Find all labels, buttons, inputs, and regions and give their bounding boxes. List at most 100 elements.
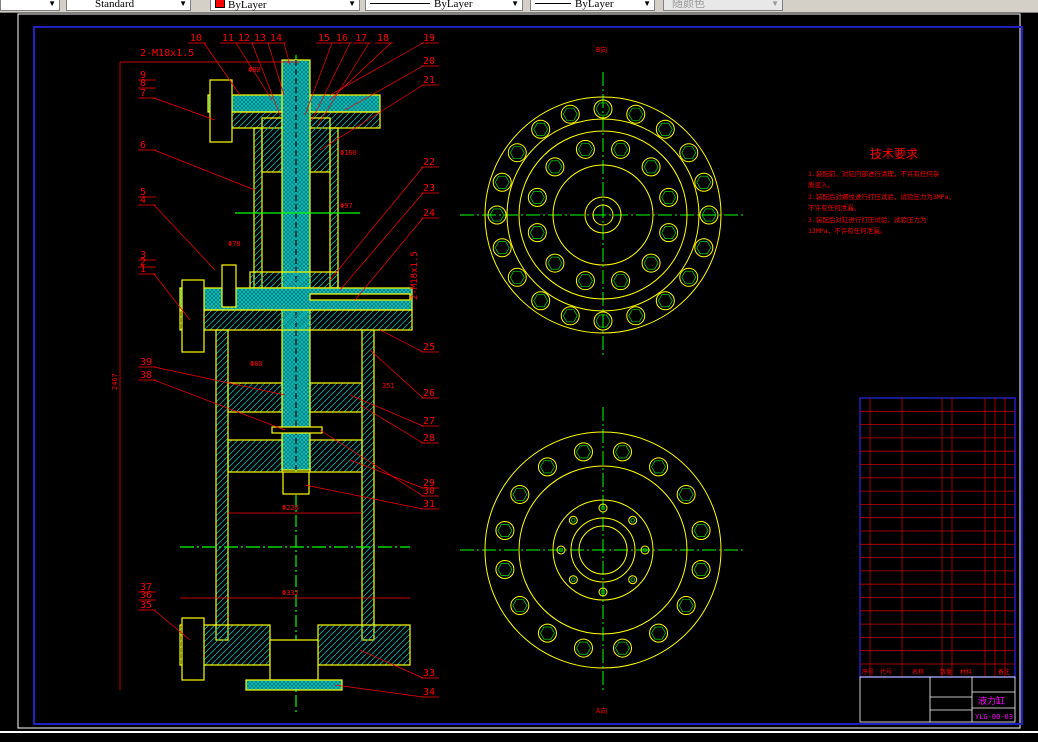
- bolt-hole-nut: [512, 488, 528, 501]
- linetype-dropdown[interactable]: ByLayer ▼: [365, 0, 523, 11]
- view-label-a: A向: [596, 706, 607, 715]
- part-number-7: 7: [140, 88, 146, 99]
- thread-note-vertical: 2-M18x1.5: [410, 251, 420, 300]
- part-number-31: 31: [423, 499, 435, 510]
- parts-table-header: 序号 代号 名称 数量 材料 备注: [862, 668, 1010, 676]
- bolt-hole-nut: [613, 274, 628, 288]
- tech-req-line: 3.装配后对缸进行打压试验，试验压力为: [808, 215, 926, 224]
- leader-line: [379, 329, 424, 353]
- dim-phi220: Φ220: [282, 504, 299, 512]
- upper-cylinder-wall-right: [329, 127, 339, 289]
- bolt-hole-nut: [696, 175, 712, 189]
- small-bolt-hole: [628, 515, 638, 525]
- color-dropdown[interactable]: ByLayer ▼: [210, 0, 360, 11]
- style-dropdown-partial[interactable]: ▼: [0, 0, 60, 11]
- bolt-hole-nut: [681, 146, 697, 160]
- part-number-18: 18: [377, 33, 389, 44]
- bottom-port: [269, 639, 319, 681]
- bolt-hole-nut: [678, 599, 694, 612]
- small-bolt-hole-nut: [570, 577, 576, 582]
- lower-cylinder-wall-right: [361, 329, 375, 641]
- bolt-hole-nut: [657, 294, 673, 308]
- layout-tabs-bar[interactable]: [0, 731, 1038, 742]
- bolt-hole-nut: [578, 274, 593, 288]
- text-style-value: Standard: [95, 0, 135, 10]
- leader-line: [329, 42, 392, 101]
- table-border: [859, 397, 1016, 678]
- middle-boss: [249, 271, 339, 289]
- parts-list-table: [859, 397, 1016, 678]
- leader-line: [369, 349, 424, 399]
- bolt-hole-nut: [509, 146, 525, 160]
- bolt-hole-nut: [497, 563, 513, 576]
- port-fitting: [245, 679, 343, 691]
- part-number-27: 27: [423, 416, 435, 427]
- part-number-16: 16: [336, 33, 348, 44]
- lineweight-dropdown[interactable]: ByLayer ▼: [530, 0, 655, 11]
- leader-line: [344, 65, 424, 111]
- bolt-hole-nut: [509, 270, 525, 284]
- part-number-28: 28: [423, 433, 435, 444]
- properties-toolbar: ▼ Standard ▼ ByLayer ▼ ByLayer ▼ ByLayer ▼ 随…: [0, 0, 1038, 13]
- tech-req-line: 质混入。: [808, 180, 834, 189]
- dim-phi332: Φ332: [282, 589, 299, 597]
- color-value: ByLayer: [228, 0, 267, 11]
- leader-line: [334, 684, 424, 698]
- part-number-39: 39: [140, 357, 152, 368]
- part-number-38: 38: [140, 370, 152, 381]
- bolt-hole-nut: [643, 256, 659, 270]
- leader-line: [153, 204, 216, 271]
- bolt-hole-nut: [693, 563, 709, 576]
- plot-style-value: 随颜色: [672, 0, 705, 10]
- header-qty: 数量: [940, 668, 952, 676]
- dim-phi80: Φ80: [248, 66, 261, 74]
- bolt-hole-nut: [562, 107, 578, 121]
- bolt-hole-nut: [494, 175, 510, 189]
- drawing-name: 液力缸: [978, 695, 1005, 707]
- bolt-middle-small: [221, 264, 237, 308]
- bolt-hole-nut: [576, 641, 591, 655]
- part-number-19: 19: [423, 33, 435, 44]
- dim-phi160: Φ160: [340, 149, 357, 157]
- part-number-33: 33: [423, 668, 435, 679]
- tech-req-line: 2.装配后对螺纹进行打压试验，试验压力为3MPa，: [808, 192, 955, 201]
- text-style-dropdown[interactable]: Standard ▼: [66, 0, 191, 11]
- part-number-24: 24: [423, 208, 435, 219]
- gland-right: [309, 117, 331, 173]
- piston-upper-right: [309, 382, 363, 413]
- drawing-canvas[interactable]: 10 11 12 13 14 15 16 17 18 1920212223242526272829…: [0, 13, 1038, 731]
- small-bolt-hole-nut: [630, 577, 636, 582]
- bolt-hole-nut: [693, 524, 709, 537]
- piston-upper-left: [227, 382, 283, 413]
- middle-flange-lower: [179, 309, 413, 331]
- part-number-6: 6: [140, 140, 146, 151]
- drawing-number: YLG-00-03: [975, 713, 1013, 721]
- thread-note: 2-M18x1.5: [140, 48, 194, 59]
- chevron-down-icon: ▼: [348, 0, 356, 8]
- dim-351: 351: [382, 382, 395, 390]
- bolt-upper: [209, 79, 233, 143]
- bolt-hole-nut: [512, 599, 528, 612]
- dim-overall: 2467: [111, 373, 119, 390]
- bolt-hole-nut: [615, 445, 630, 459]
- chevron-down-icon: ▼: [643, 0, 651, 8]
- bolt-hole-nut: [681, 270, 697, 284]
- header-name: 名称: [912, 668, 924, 676]
- part-number-25: 25: [423, 342, 435, 353]
- chevron-down-icon: ▼: [771, 0, 779, 8]
- bolt-middle: [181, 279, 205, 353]
- part-number-12: 12: [238, 33, 250, 44]
- bolt-hole-nut: [615, 641, 630, 655]
- small-bolt-hole: [568, 515, 578, 525]
- bolt-hole-nut: [497, 524, 513, 537]
- part-number-13: 13: [254, 33, 266, 44]
- part-number-23: 23: [423, 183, 435, 194]
- header-remark: 备注: [998, 668, 1010, 676]
- color-swatch-icon: [215, 0, 225, 8]
- bolt-hole-nut: [613, 142, 628, 156]
- leader-line: [349, 459, 424, 489]
- bolt-hole-nut: [529, 226, 545, 239]
- bolt-hole-nut: [533, 294, 549, 308]
- dim-phi97: Φ97: [340, 202, 353, 210]
- linetype-value: ByLayer: [434, 0, 473, 10]
